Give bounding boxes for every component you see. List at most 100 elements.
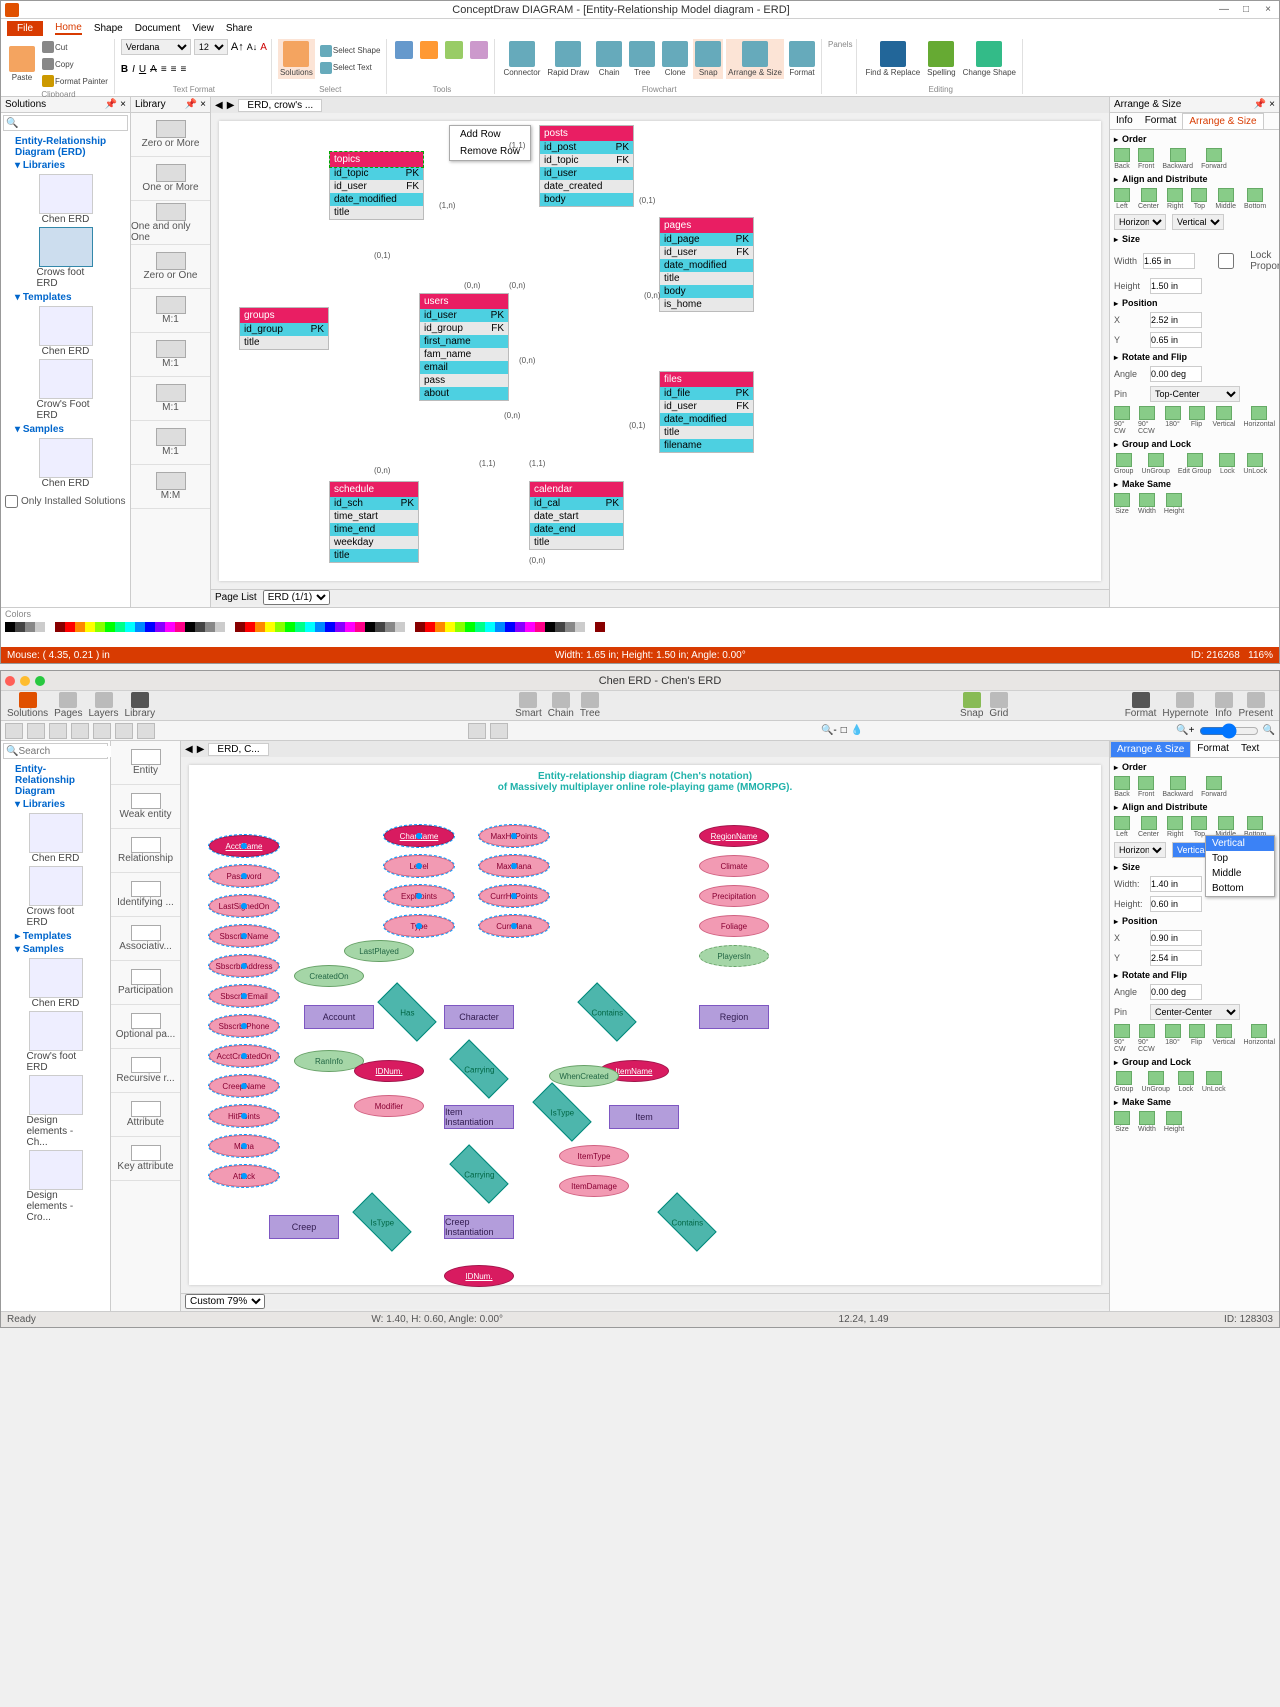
attr-Mana[interactable]: Mana bbox=[209, 1135, 279, 1157]
color-swatch[interactable] bbox=[205, 622, 215, 632]
color-swatch[interactable] bbox=[255, 622, 265, 632]
view-menu[interactable]: View bbox=[192, 23, 214, 34]
size-header[interactable]: Size bbox=[1114, 232, 1275, 246]
ent-creep-inst[interactable]: Creep Instantiation bbox=[444, 1215, 514, 1239]
rel-contains2[interactable]: Contains bbox=[657, 1192, 716, 1251]
arrange-size-button[interactable]: Arrange & Size bbox=[726, 39, 784, 79]
mac-same-width[interactable]: Width bbox=[1138, 1111, 1156, 1133]
rel-contains[interactable]: Contains bbox=[577, 982, 636, 1041]
tb-info[interactable]: Info bbox=[1215, 692, 1233, 719]
color-swatch[interactable] bbox=[145, 622, 155, 632]
pin-icon[interactable]: 📌 × bbox=[105, 99, 126, 110]
align-header[interactable]: Align and Distribute bbox=[1114, 172, 1275, 186]
tb-format[interactable]: Format bbox=[1125, 692, 1157, 719]
lib-item[interactable]: M:M bbox=[131, 465, 210, 509]
color-swatch[interactable] bbox=[165, 622, 175, 632]
mac-rot-cw[interactable]: 90° CW bbox=[1114, 1024, 1130, 1053]
text-tool[interactable] bbox=[418, 39, 440, 61]
doc-tab[interactable]: ERD, crow's ... bbox=[238, 99, 322, 112]
minimize-button[interactable]: — bbox=[1217, 4, 1231, 15]
same-header[interactable]: Make Same bbox=[1114, 477, 1275, 491]
solutions-button[interactable]: Solutions bbox=[278, 39, 315, 79]
rotate-header[interactable]: Rotate and Flip bbox=[1114, 350, 1275, 364]
color-swatch[interactable] bbox=[15, 622, 25, 632]
pen-tool[interactable] bbox=[115, 723, 133, 739]
thumb-tmpl-chen[interactable]: Chen ERD bbox=[37, 306, 95, 357]
spelling-button[interactable]: Spelling bbox=[925, 39, 957, 79]
rot-180[interactable]: 180° bbox=[1165, 406, 1181, 435]
forward-button[interactable]: Forward bbox=[1201, 148, 1227, 170]
color-swatch[interactable] bbox=[305, 622, 315, 632]
mac-grp-hd[interactable]: Group and Lock bbox=[1114, 1055, 1275, 1069]
mac-flip-h[interactable]: Horizontal bbox=[1243, 1024, 1275, 1053]
dd-top[interactable]: Top bbox=[1206, 851, 1274, 866]
ellipse-tool[interactable] bbox=[71, 723, 89, 739]
mac-rot-ccw[interactable]: 90° CCW bbox=[1138, 1024, 1157, 1053]
same-size[interactable]: Size bbox=[1114, 493, 1130, 515]
zoom-slider[interactable] bbox=[1199, 723, 1259, 739]
ent-item-inst[interactable]: Item Instantiation bbox=[444, 1105, 514, 1129]
rect-tool[interactable] bbox=[443, 39, 465, 61]
clone-button[interactable]: Clone bbox=[660, 39, 690, 79]
mac-lib-item[interactable]: Optional pa... bbox=[111, 1005, 180, 1049]
mac-align-hd[interactable]: Align and Distribute bbox=[1114, 800, 1275, 814]
color-swatch[interactable] bbox=[325, 622, 335, 632]
lib-item[interactable]: Zero or One bbox=[131, 245, 210, 289]
rel-has[interactable]: Has bbox=[377, 982, 436, 1041]
home-menu[interactable]: Home bbox=[55, 22, 82, 35]
height-input[interactable] bbox=[1150, 278, 1202, 294]
back-button[interactable]: Back bbox=[1114, 148, 1130, 170]
format-button[interactable]: Format bbox=[787, 39, 817, 79]
erd-table-files[interactable]: filesid_filePKid_userFKdate_modifiedtitl… bbox=[659, 371, 754, 453]
mac-ungroup[interactable]: UnGroup bbox=[1141, 1071, 1169, 1093]
color-swatch[interactable] bbox=[395, 622, 405, 632]
mac-samp-chen[interactable]: Chen ERD bbox=[27, 958, 85, 1009]
rect-tool-mac[interactable] bbox=[49, 723, 67, 739]
color-swatch[interactable] bbox=[235, 622, 245, 632]
mac-min[interactable] bbox=[20, 676, 30, 686]
backward-button[interactable]: Backward bbox=[1162, 148, 1193, 170]
rotate-tool[interactable] bbox=[468, 723, 486, 739]
color-swatch[interactable] bbox=[215, 622, 225, 632]
position-header[interactable]: Position bbox=[1114, 296, 1275, 310]
pointer-tool[interactable] bbox=[5, 723, 23, 739]
mac-canvas[interactable]: ◀▶ERD, C... Entity-relationship diagram … bbox=[181, 741, 1109, 1311]
change-shape-button[interactable]: Change Shape bbox=[961, 39, 1018, 79]
share-menu[interactable]: Share bbox=[226, 23, 253, 34]
attr-Attack[interactable]: Attack bbox=[209, 1165, 279, 1187]
lib-pin-icon[interactable]: 📌 × bbox=[185, 99, 206, 110]
text-tool-mac[interactable] bbox=[27, 723, 45, 739]
mac-samp-crow[interactable]: Crow's foot ERD bbox=[27, 1011, 85, 1073]
color-swatch[interactable] bbox=[545, 622, 555, 632]
select-text-button[interactable]: Select Text bbox=[318, 60, 383, 76]
align-left-icon[interactable]: ≡ bbox=[161, 64, 167, 75]
mac-same-size[interactable]: Size bbox=[1114, 1111, 1130, 1133]
color-swatch[interactable] bbox=[95, 622, 105, 632]
color-swatch[interactable] bbox=[465, 622, 475, 632]
color-swatch[interactable] bbox=[585, 622, 595, 632]
attr-Password[interactable]: Password bbox=[209, 865, 279, 887]
y-input[interactable] bbox=[1150, 332, 1202, 348]
pin-select[interactable]: Top-Center bbox=[1150, 386, 1240, 402]
color-swatch[interactable] bbox=[515, 622, 525, 632]
chain-button[interactable]: Chain bbox=[594, 39, 624, 79]
mac-lib-item[interactable]: Recursive r... bbox=[111, 1049, 180, 1093]
color-swatch[interactable] bbox=[355, 622, 365, 632]
color-swatch[interactable] bbox=[245, 622, 255, 632]
color-swatch[interactable] bbox=[525, 622, 535, 632]
editgroup-btn[interactable]: Edit Group bbox=[1178, 453, 1211, 475]
color-swatch[interactable] bbox=[125, 622, 135, 632]
order-header[interactable]: Order bbox=[1114, 132, 1275, 146]
rel-istype2[interactable]: IsType bbox=[352, 1192, 411, 1251]
align-top[interactable]: Top bbox=[1191, 188, 1207, 210]
color-swatch[interactable] bbox=[315, 622, 325, 632]
zoom-max-icon[interactable]: 🔍 bbox=[1263, 725, 1275, 736]
color-swatch[interactable] bbox=[335, 622, 345, 632]
thumb-tmpl-crow[interactable]: Crow's Foot ERD bbox=[37, 359, 95, 421]
lib-item[interactable]: One and only One bbox=[131, 201, 210, 245]
attr-CurrHitPoints[interactable]: CurrHitPoints bbox=[479, 885, 549, 907]
flip-btn[interactable]: Flip bbox=[1189, 406, 1205, 435]
mac-lock[interactable]: Lock bbox=[1178, 1071, 1194, 1093]
rot-cw[interactable]: 90° CW bbox=[1114, 406, 1130, 435]
mac-lib-item[interactable]: Weak entity bbox=[111, 785, 180, 829]
